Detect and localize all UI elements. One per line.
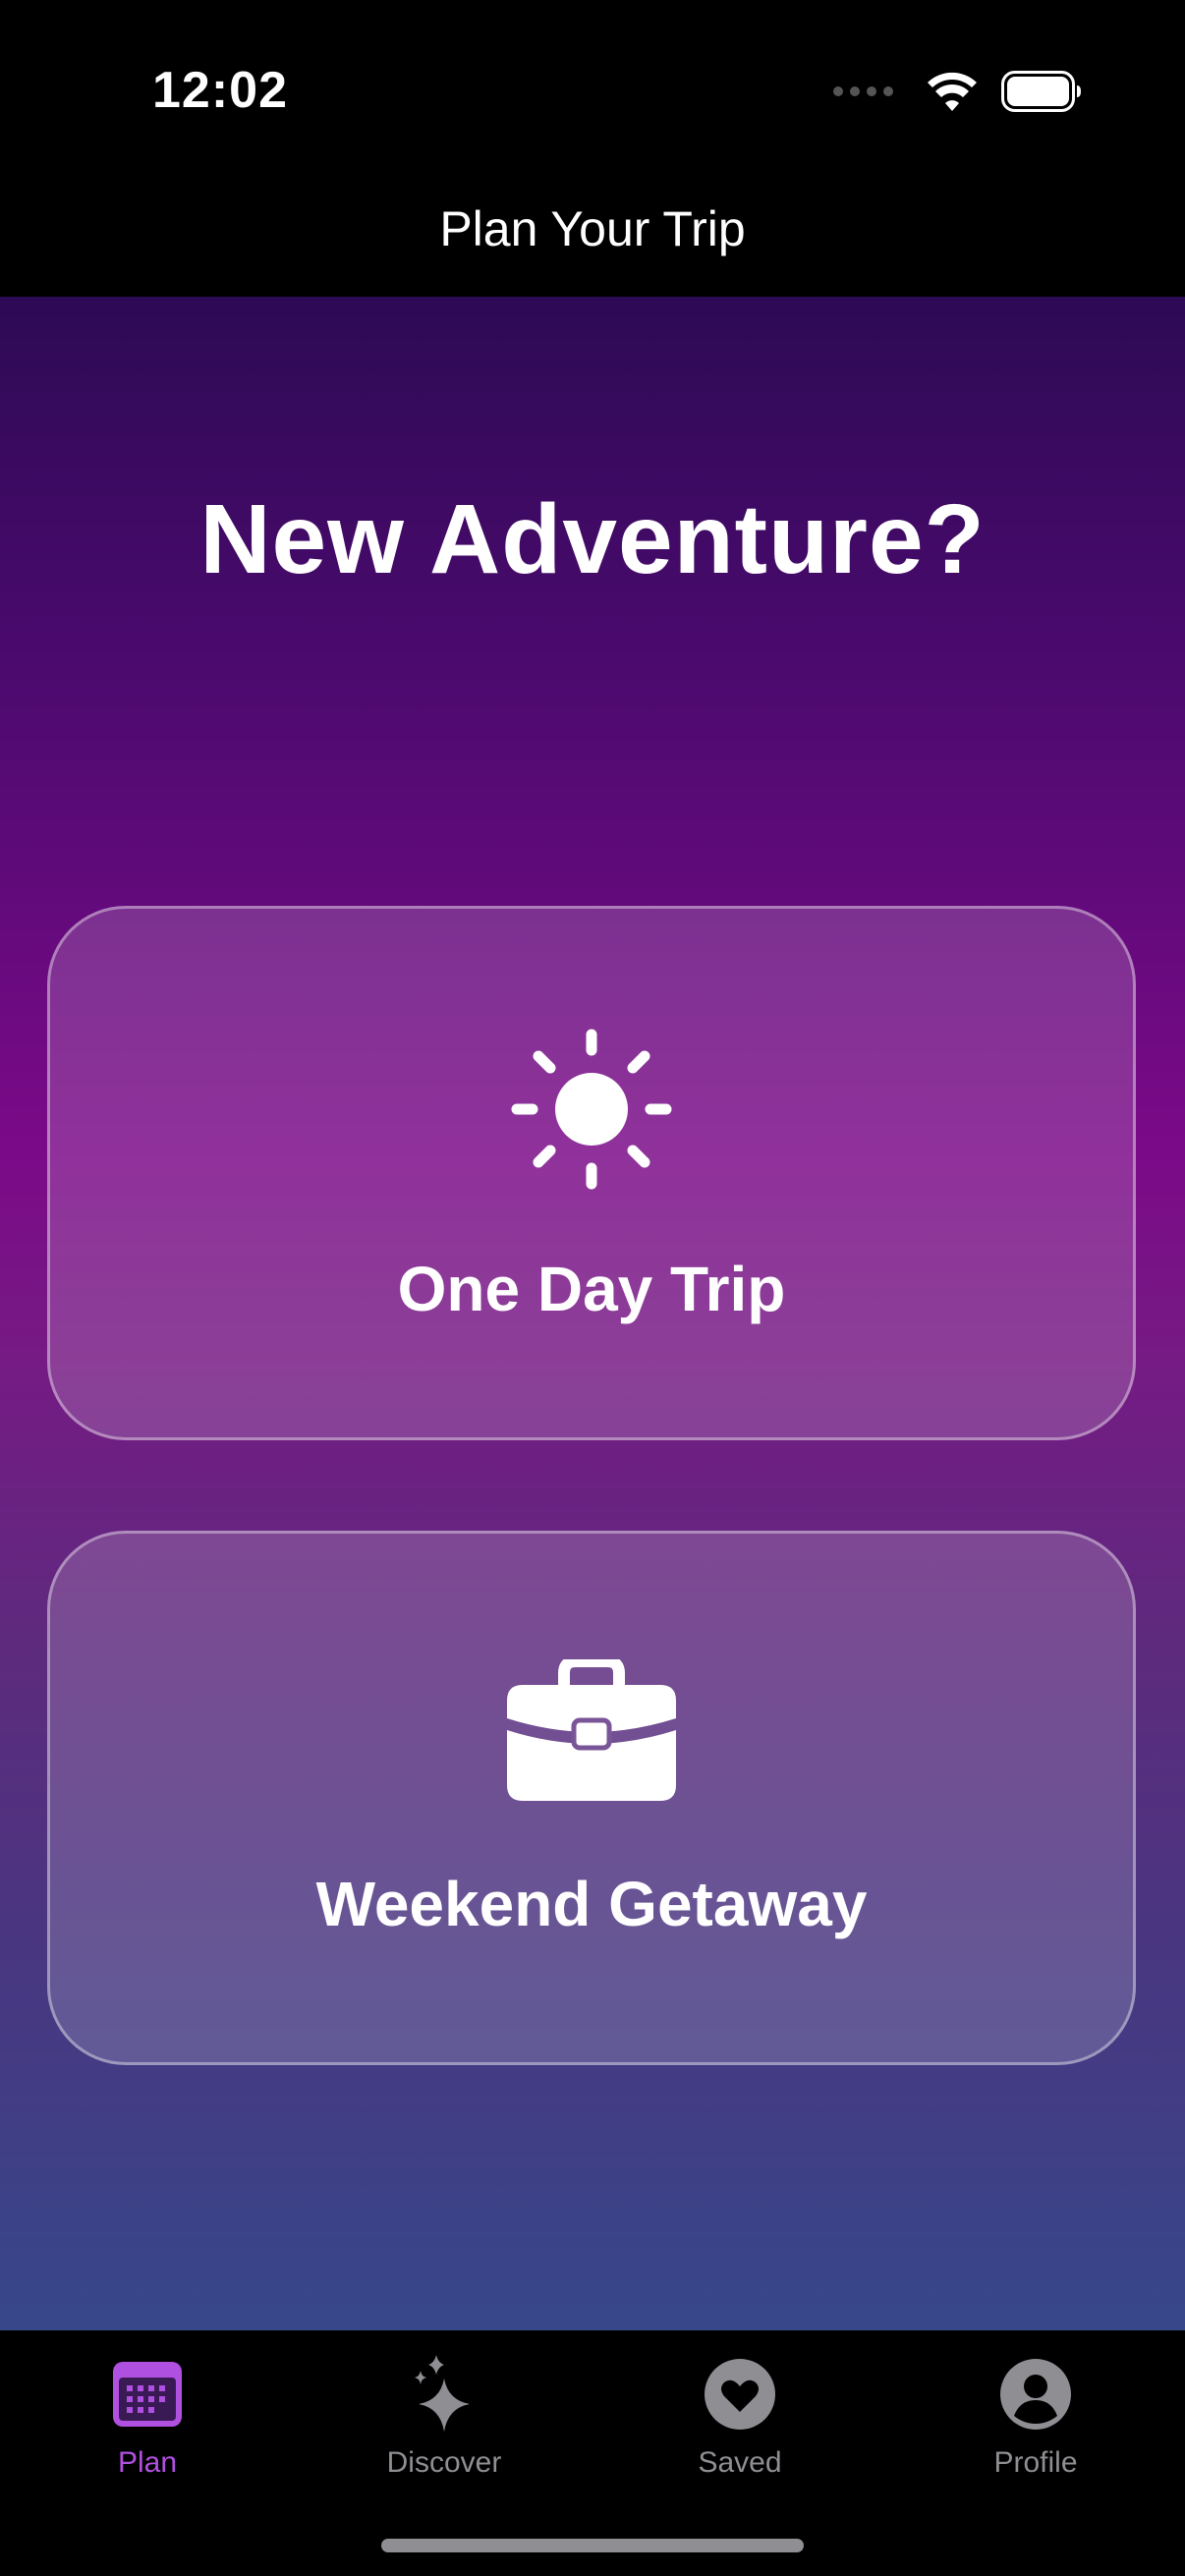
sun-icon — [511, 1029, 672, 1190]
wifi-icon — [928, 72, 977, 111]
status-time: 12:02 — [152, 62, 288, 119]
tab-saved-label: Saved — [698, 2446, 782, 2479]
tab-profile-label: Profile — [993, 2446, 1078, 2479]
one-day-trip-label: One Day Trip — [397, 1254, 786, 1324]
heart-icon — [705, 2359, 775, 2430]
tab-saved[interactable]: Saved — [622, 2354, 858, 2480]
briefcase-icon — [507, 1659, 676, 1801]
home-indicator[interactable] — [381, 2539, 804, 2552]
page-headline: New Adventure? — [199, 484, 986, 594]
main-content: New Adventure? One Day Trip Weekend Geta — [0, 297, 1185, 2330]
navigation-bar: Plan Your Trip — [0, 187, 1185, 297]
tab-discover-label: Discover — [386, 2446, 502, 2479]
tab-plan[interactable]: Plan — [29, 2354, 265, 2480]
tab-discover[interactable]: Discover — [326, 2354, 562, 2480]
tab-plan-label: Plan — [117, 2446, 178, 2479]
nav-title: Plan Your Trip — [439, 201, 746, 256]
one-day-trip-card[interactable]: One Day Trip — [47, 906, 1136, 1440]
calendar-icon — [113, 2362, 182, 2427]
status-icons — [833, 71, 1082, 112]
weekend-getaway-label: Weekend Getaway — [315, 1869, 868, 1939]
battery-icon — [1001, 71, 1081, 112]
status-bar: 12:02 — [0, 0, 1185, 187]
sparkles-icon — [415, 2355, 470, 2432]
cellular-signal-icon — [833, 86, 893, 96]
weekend-getaway-card[interactable]: Weekend Getaway — [47, 1531, 1136, 2065]
person-icon — [1000, 2359, 1071, 2430]
tab-profile[interactable]: Profile — [918, 2354, 1154, 2480]
